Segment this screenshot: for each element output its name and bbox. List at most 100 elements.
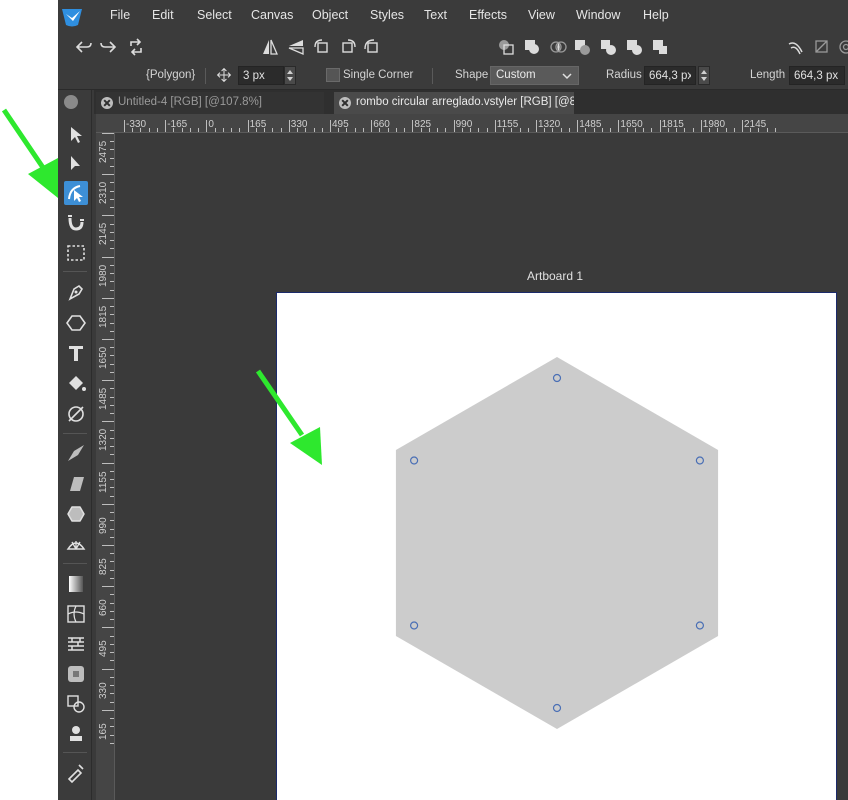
fan-tool-icon[interactable] <box>64 533 88 557</box>
ruler-tick <box>626 128 628 132</box>
path-tool-icon[interactable] <box>786 37 806 57</box>
tools-separator <box>63 563 87 564</box>
boolean-divide-icon[interactable] <box>598 37 618 57</box>
tools-separator <box>63 433 87 434</box>
gradient-tool-icon[interactable] <box>64 572 88 596</box>
boolean-exclude-icon[interactable] <box>572 37 592 57</box>
ruler-label: 330 <box>98 681 109 699</box>
ruler-tick <box>110 157 114 159</box>
pattern-tool-icon[interactable] <box>64 632 88 656</box>
rounded-polygon-tool-icon[interactable] <box>64 502 88 526</box>
length-field[interactable] <box>789 66 845 85</box>
ruler-tick <box>453 120 455 132</box>
hexagon-shape[interactable] <box>277 293 838 800</box>
radius-stepper[interactable] <box>698 66 710 85</box>
menu-file[interactable]: File <box>110 8 130 22</box>
tab-untitled-4[interactable]: Untitled-4 [RGB] [@107.8%] <box>96 92 324 114</box>
menu-view[interactable]: View <box>528 8 555 22</box>
menu-styles[interactable]: Styles <box>370 8 404 22</box>
ruler-tick <box>387 128 389 132</box>
menu-help[interactable]: Help <box>643 8 669 22</box>
menu-canvas[interactable]: Canvas <box>251 8 293 22</box>
spiral-icon[interactable] <box>836 37 848 57</box>
pen-tool-icon[interactable] <box>64 280 88 304</box>
paint-bucket-tool-icon[interactable] <box>64 371 88 395</box>
app-window: File Edit Select Canvas Object Styles Te… <box>58 0 848 800</box>
menu-edit[interactable]: Edit <box>152 8 174 22</box>
boolean-trim-icon[interactable] <box>624 37 644 57</box>
direct-select-tool-icon[interactable] <box>64 152 88 176</box>
eyedropper-tool-icon[interactable] <box>64 760 88 784</box>
ruler-label: 1980 <box>702 119 726 130</box>
ruler-tick <box>709 128 711 132</box>
flip-vertical-icon[interactable] <box>286 37 306 57</box>
ruler-label: 1650 <box>98 346 109 369</box>
polygon-tool-icon[interactable] <box>64 311 88 335</box>
repeat-icon[interactable] <box>126 37 146 57</box>
ruler-tick <box>110 223 114 225</box>
ruler-tick <box>110 330 114 332</box>
ruler-tick <box>110 355 114 357</box>
ruler-tick <box>173 128 175 132</box>
tab-rombo-circular[interactable]: rombo circular arreglado.vstyler [RGB] [… <box>334 92 574 114</box>
marquee-select-tool-icon[interactable] <box>64 241 88 265</box>
boolean-union-icon[interactable] <box>496 37 516 57</box>
select-tool-icon[interactable] <box>64 123 88 147</box>
hexagon-body[interactable] <box>395 357 719 729</box>
shear-tool-icon[interactable] <box>64 472 88 496</box>
transform-icon[interactable] <box>812 37 832 57</box>
ruler-tick <box>110 470 114 472</box>
rotate-left-icon[interactable] <box>312 37 332 57</box>
flip-horizontal-icon[interactable] <box>260 37 280 57</box>
ruler-tick <box>102 256 114 258</box>
single-corner-checkbox[interactable] <box>326 68 340 82</box>
ruler-tick <box>140 128 142 132</box>
length-label: Length <box>750 69 786 81</box>
mesh-tool-icon[interactable] <box>64 602 88 626</box>
boolean-merge-icon[interactable] <box>650 37 670 57</box>
ruler-tick <box>110 281 114 283</box>
shape-builder-tool-icon[interactable] <box>64 662 88 686</box>
knife-tool-icon[interactable] <box>64 402 88 426</box>
ruler-tick <box>264 128 266 132</box>
radius-field[interactable] <box>644 66 696 85</box>
stamp-tool-icon[interactable] <box>64 722 88 746</box>
ruler-tick <box>758 128 760 132</box>
ruler-tick <box>239 128 241 132</box>
rotate-180-icon[interactable] <box>362 37 382 57</box>
ruler-tick <box>568 128 570 132</box>
ruler-tick <box>102 297 114 299</box>
ruler-tick <box>692 128 694 132</box>
node-editor-tool-icon[interactable] <box>64 181 88 205</box>
ruler-tick <box>110 602 114 604</box>
menu-effects[interactable]: Effects <box>469 8 507 22</box>
menu-text[interactable]: Text <box>424 8 447 22</box>
undo-icon[interactable] <box>74 37 94 57</box>
ruler-tick <box>404 128 406 132</box>
ruler-tick <box>110 454 114 456</box>
close-panel-icon[interactable] <box>64 95 78 109</box>
artboard[interactable] <box>276 292 837 800</box>
boolean-subtract-icon[interactable] <box>522 37 542 57</box>
ruler-tick <box>110 561 114 563</box>
menu-select[interactable]: Select <box>197 8 232 22</box>
ruler-label: 1155 <box>98 471 109 493</box>
blend-tool-icon[interactable] <box>64 692 88 716</box>
stroke-width-field[interactable] <box>238 66 284 85</box>
boolean-intersect-icon[interactable] <box>548 37 568 57</box>
document-tabs: Untitled-4 [RGB] [@107.8%] rombo circula… <box>94 90 848 114</box>
close-tab-icon[interactable] <box>101 97 113 109</box>
ruler-tick <box>102 586 114 588</box>
text-tool-icon[interactable] <box>64 341 88 365</box>
redo-icon[interactable] <box>98 37 118 57</box>
menu-object[interactable]: Object <box>312 8 348 22</box>
brush-tool-icon[interactable] <box>64 441 88 465</box>
magnet-tool-icon[interactable] <box>64 211 88 235</box>
shape-dropdown[interactable]: Custom <box>490 66 579 85</box>
menu-window[interactable]: Window <box>576 8 620 22</box>
rotate-right-icon[interactable] <box>338 37 358 57</box>
close-tab-icon[interactable] <box>339 97 351 109</box>
stroke-width-stepper[interactable] <box>284 66 296 85</box>
canvas[interactable]: Artboard 1 <box>116 134 848 800</box>
ruler-label: 1320 <box>538 119 561 130</box>
